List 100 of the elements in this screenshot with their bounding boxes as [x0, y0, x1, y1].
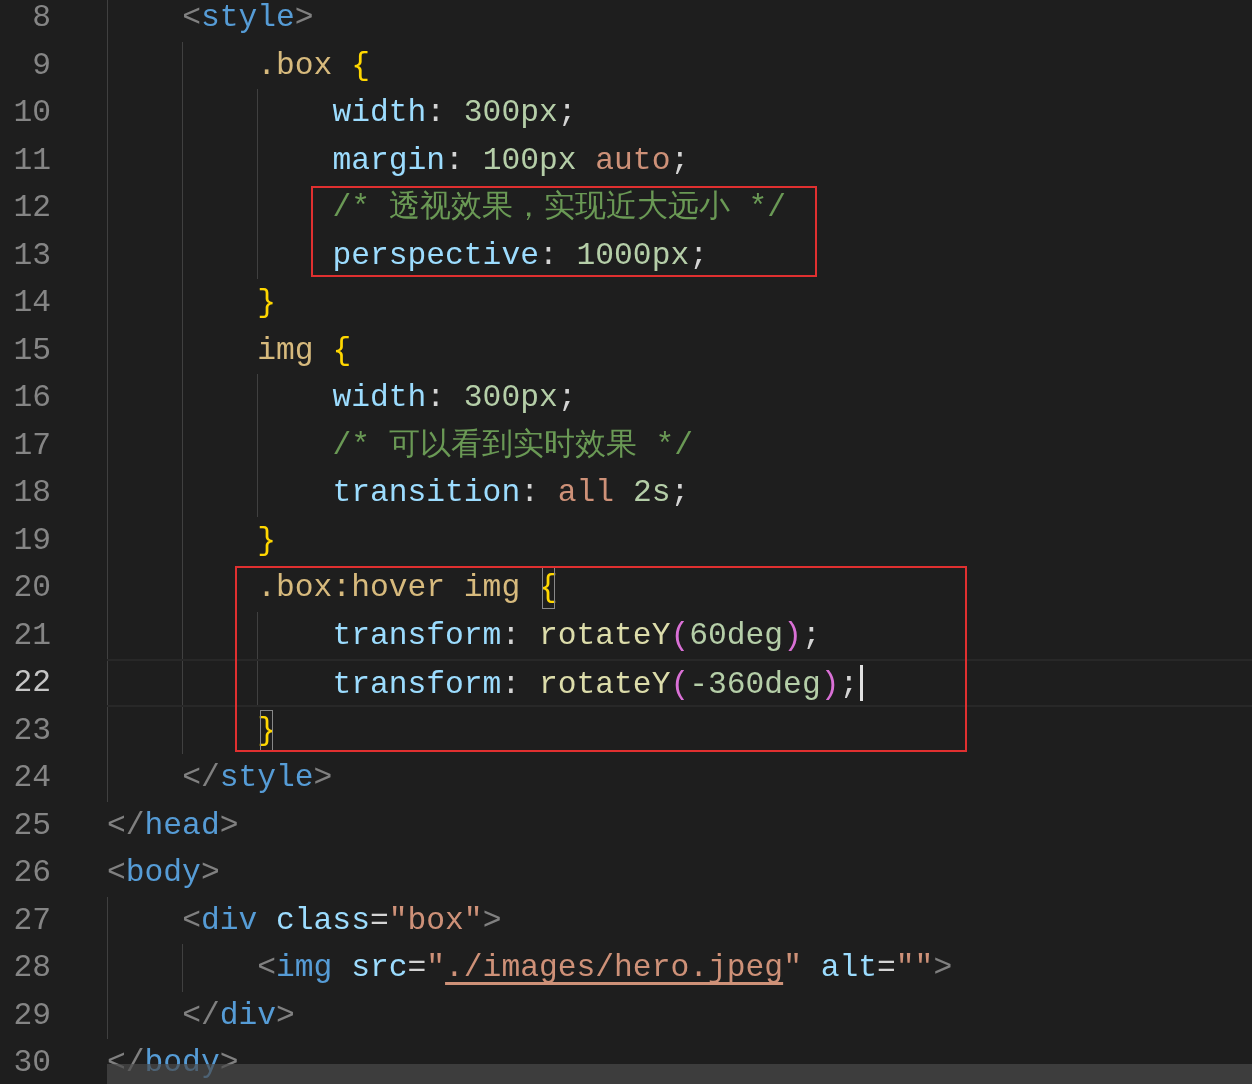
punctuation: ;: [839, 666, 859, 704]
tag-bracket: >: [276, 996, 295, 1035]
tag-bracket: >: [294, 0, 314, 37]
punctuation: :: [501, 616, 522, 655]
function-name: rotateY: [538, 616, 671, 655]
tag-name: style: [219, 759, 314, 797]
number-value: 60deg: [689, 616, 784, 655]
tag-name: div: [200, 901, 259, 940]
punctuation: :: [501, 666, 522, 704]
line-number: 24: [12, 759, 51, 797]
number-value: 1000px: [576, 236, 690, 275]
parenthesis: (: [670, 616, 690, 655]
parenthesis: ): [820, 666, 840, 704]
tag-bracket: >: [219, 806, 239, 845]
line-number: 20: [12, 569, 51, 607]
css-property: width: [332, 379, 427, 417]
tag-name: style: [200, 0, 295, 37]
function-name: rotateY: [538, 666, 671, 704]
css-selector: img: [257, 331, 315, 370]
line-number: 13: [12, 236, 51, 275]
css-property: transition: [332, 474, 521, 512]
tag-bracket: >: [313, 759, 333, 797]
line-number: 15: [12, 331, 51, 370]
brace: }: [257, 521, 277, 560]
string-value: ./images/hero.jpeg: [445, 949, 784, 987]
line-number: 22: [12, 664, 51, 702]
number-value: -360deg: [689, 666, 821, 704]
css-property: perspective: [332, 236, 539, 275]
punctuation: ;: [670, 474, 690, 512]
punctuation: :: [520, 474, 540, 512]
tag-name: head: [144, 806, 220, 845]
tag-bracket: >: [219, 1044, 239, 1082]
line-number: 12: [12, 189, 51, 227]
tag-name: body: [144, 1044, 220, 1082]
punctuation: =: [407, 949, 427, 987]
css-selector: .box:hover img: [257, 569, 522, 607]
css-selector: .box: [257, 46, 334, 85]
brace: }: [257, 284, 277, 322]
string-value: "box": [388, 901, 483, 940]
punctuation: :: [445, 141, 465, 180]
string-value: ": [426, 949, 446, 987]
code-comment: /* 可以看到实时效果 */: [332, 426, 694, 465]
attribute-name: alt: [820, 949, 878, 987]
css-property: transform: [332, 616, 502, 655]
css-property: margin: [332, 141, 446, 180]
line-number: 11: [12, 141, 51, 180]
line-number: 21: [12, 616, 51, 655]
number-value: 300px: [463, 94, 558, 132]
parenthesis: (: [670, 666, 690, 704]
punctuation: :: [426, 94, 447, 132]
number-value: 300px: [463, 379, 558, 417]
string-value: "": [895, 949, 934, 987]
punctuation: ;: [670, 141, 690, 180]
line-number: 17: [12, 426, 51, 465]
punctuation: ;: [689, 236, 708, 275]
keyword-value: auto: [595, 141, 671, 180]
line-number: 16: [12, 379, 51, 417]
line-number: 29: [12, 996, 51, 1035]
attribute-name: src: [351, 949, 408, 987]
punctuation: :: [426, 379, 447, 417]
tag-bracket: </: [182, 759, 220, 797]
number-value: 2s: [632, 474, 671, 512]
code-comment: /* 透视效果，实现近大远小 */: [332, 189, 787, 227]
tag-bracket: </: [107, 1044, 145, 1082]
attribute-name: class: [276, 901, 370, 940]
line-number: 27: [12, 901, 51, 940]
tag-bracket: <: [182, 0, 201, 37]
punctuation: =: [369, 901, 389, 940]
tag-name: img: [276, 949, 334, 987]
tag-bracket: <: [107, 854, 126, 892]
line-number: 25: [12, 806, 51, 845]
line-number: 9: [31, 46, 51, 85]
punctuation: :: [538, 236, 559, 275]
tag-bracket: >: [200, 854, 220, 892]
line-number: 10: [12, 94, 51, 132]
line-number: 14: [12, 284, 51, 322]
punctuation: =: [877, 949, 896, 987]
tag-bracket: </: [182, 996, 220, 1035]
css-property: width: [332, 94, 427, 132]
punctuation: ;: [557, 379, 577, 417]
keyword-value: all: [557, 474, 616, 512]
tag-name: body: [125, 854, 201, 892]
tag-bracket: </: [107, 806, 145, 845]
tag-bracket: <: [182, 901, 201, 940]
punctuation: ;: [557, 94, 577, 132]
punctuation: ;: [801, 616, 821, 655]
line-number: 18: [12, 474, 51, 512]
tag-bracket: <: [257, 949, 277, 987]
brace: {: [351, 46, 370, 85]
line-number: 8: [31, 0, 51, 37]
line-number: 23: [12, 711, 51, 750]
css-property: transform: [332, 666, 502, 704]
tag-bracket: >: [933, 949, 953, 987]
line-number: 28: [12, 949, 51, 987]
line-number: 26: [12, 854, 51, 892]
parenthesis: ): [783, 616, 802, 655]
tag-bracket: >: [482, 901, 502, 940]
tag-name: div: [219, 996, 277, 1035]
brace: {: [332, 331, 352, 370]
line-number: 30: [12, 1044, 51, 1082]
